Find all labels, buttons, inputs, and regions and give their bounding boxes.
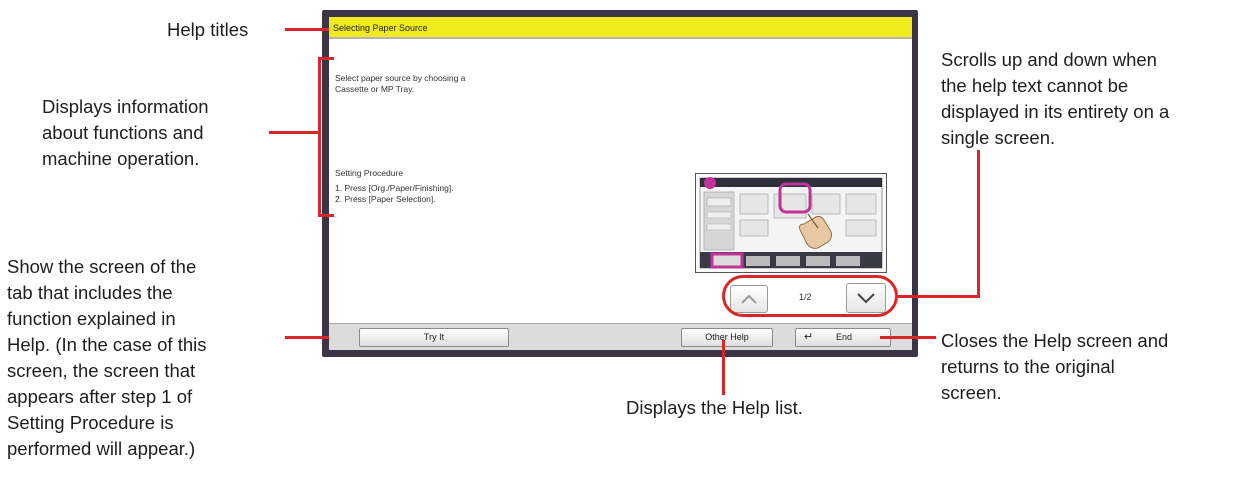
end-button[interactable]: ↵ End [795, 328, 891, 347]
leader-info [269, 131, 320, 134]
callout-try-it: Show the screen of the tab that includes… [7, 256, 207, 459]
help-bottom-bar: Try It Other Help ↵ End [329, 323, 912, 350]
return-arrow-icon: ↵ [804, 331, 814, 343]
help-illustration [695, 173, 887, 273]
leader-info-bracket [318, 57, 321, 217]
callout-info: Displays information about functions and… [42, 96, 209, 169]
scroll-highlight-ring [722, 275, 898, 317]
help-title: Selecting Paper Source [333, 23, 428, 33]
leader-end [880, 336, 936, 339]
callout-help-list: Displays the Help list. [626, 397, 803, 418]
leader-scroll-vertical [977, 150, 980, 298]
leader-try-it [285, 336, 329, 339]
leader-scroll-horizontal [898, 295, 980, 298]
screen-illustration-graphic [699, 177, 883, 269]
leader-help-titles [285, 28, 329, 31]
help-description: Select paper source by choosing a Casset… [335, 73, 466, 94]
leader-info-bracket-bottom [318, 214, 334, 217]
try-it-button[interactable]: Try It [359, 328, 509, 347]
procedure-steps: 1. Press [Org./Paper/Finishing]. 2. Pres… [335, 183, 454, 204]
callout-end: Closes the Help screen and returns to th… [941, 330, 1169, 403]
other-help-button[interactable]: Other Help [681, 328, 773, 347]
callout-scroll: Scrolls up and down when the help text c… [941, 49, 1170, 148]
leader-info-bracket-top [318, 57, 334, 60]
leader-help-list [722, 340, 725, 395]
help-title-bar: Selecting Paper Source [329, 17, 912, 39]
callout-help-titles: Help titles [167, 19, 249, 40]
procedure-heading: Setting Procedure [335, 168, 404, 178]
